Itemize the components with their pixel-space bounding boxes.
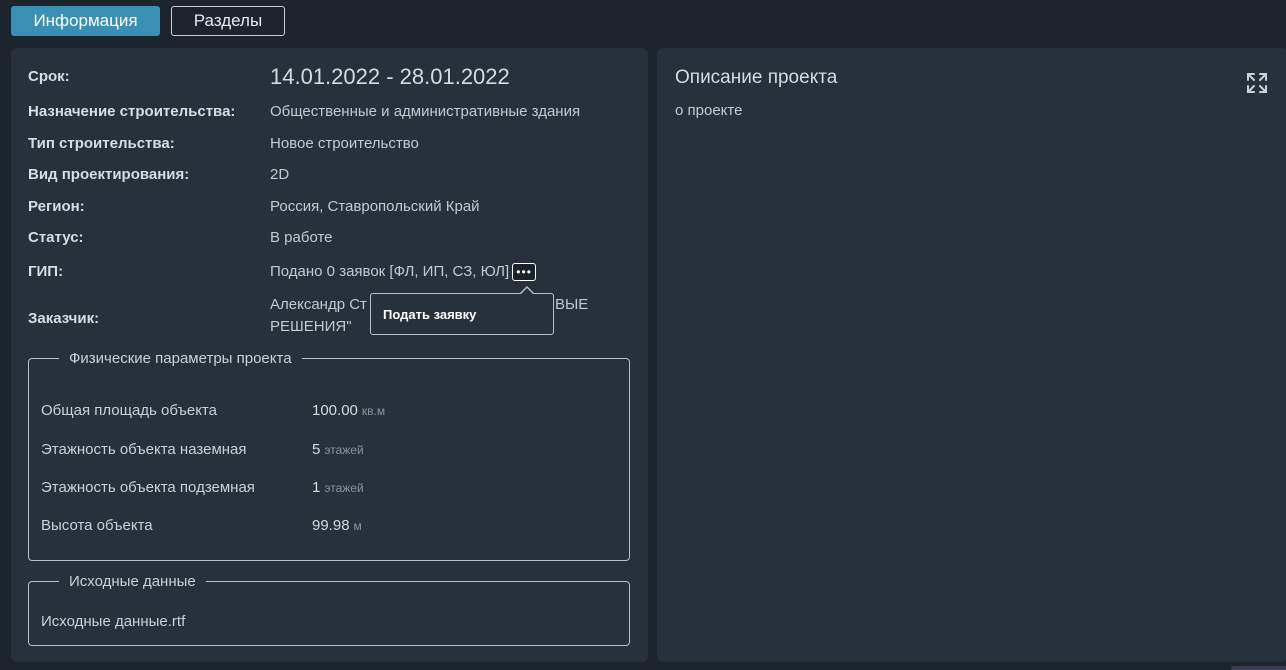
term-label: Срок: — [28, 68, 70, 85]
param-value: 99.98 — [312, 517, 350, 534]
param-unit: этажей — [324, 481, 364, 495]
status-label: Статус: — [28, 229, 84, 246]
param-label: Общая площадь объекта — [41, 402, 217, 419]
design-type-value: 2D — [270, 166, 290, 183]
region-label: Регион: — [28, 198, 85, 215]
description-title: Описание проекта — [675, 67, 838, 88]
more-dots-icon[interactable]: ••• — [512, 263, 537, 282]
description-text: о проекте — [675, 102, 743, 119]
apply-popup: Подать заявку — [370, 286, 554, 335]
param-value: 1 — [312, 479, 321, 496]
gip-label: ГИП: — [28, 263, 64, 280]
design-type-label: Вид проектирования: — [28, 166, 190, 183]
param-value-wrap: 99.98 м — [312, 517, 362, 534]
purpose-label: Назначение строительства: — [28, 103, 236, 120]
customer-label: Заказчик: — [28, 310, 100, 327]
param-unit: м — [353, 519, 362, 533]
popup-arrow-inner — [520, 288, 534, 295]
project-description-panel: Описание проекта о проекте — [657, 48, 1286, 662]
gip-value-wrap: Подано 0 заявок [ФЛ, ИП, СЗ, ЮЛ] ••• — [270, 263, 537, 282]
param-label: Этажность объекта подземная — [41, 479, 255, 496]
param-unit: кв.м — [361, 404, 386, 418]
param-value-wrap: 1 этажей — [312, 479, 364, 496]
physical-params-legend: Физические параметры проекта — [69, 350, 292, 367]
param-value: 100.00 — [312, 402, 358, 419]
gip-value: Подано 0 заявок [ФЛ, ИП, СЗ, ЮЛ] — [270, 263, 510, 280]
tab-information[interactable]: Информация — [11, 6, 160, 36]
scroll-accent — [1231, 666, 1286, 670]
param-value-wrap: 100.00 кв.м — [312, 402, 385, 419]
param-value: 5 — [312, 441, 321, 458]
param-value-wrap: 5 этажей — [312, 441, 364, 458]
project-info-panel: Срок: 14.01.2022 - 28.01.2022 Назначение… — [11, 48, 648, 662]
customer-link-line1-start[interactable]: Александр Ст — [270, 296, 367, 313]
param-unit: этажей — [324, 443, 364, 457]
tab-sections[interactable]: Разделы — [171, 6, 285, 36]
physical-params-box: Физические параметры проекта Общая площа… — [28, 350, 630, 561]
term-value: 14.01.2022 - 28.01.2022 — [270, 64, 510, 89]
construction-type-value: Новое строительство — [270, 135, 419, 152]
customer-link-line2[interactable]: РЕШЕНИЯ" — [270, 318, 352, 335]
construction-type-label: Тип строительства: — [28, 135, 175, 152]
param-label: Высота объекта — [41, 517, 153, 534]
source-data-legend: Исходные данные — [69, 573, 196, 590]
region-value: Россия, Ставропольский Край — [270, 198, 480, 215]
submit-application-item[interactable]: Подать заявку — [383, 307, 476, 322]
source-data-box: Исходные данные Исходные данные.rtf — [28, 573, 630, 646]
param-label: Этажность объекта наземная — [41, 441, 247, 458]
expand-icon[interactable] — [1246, 72, 1268, 94]
source-file-link[interactable]: Исходные данные.rtf — [41, 613, 185, 630]
customer-link-line1-end[interactable]: ВЫЕ — [555, 296, 588, 313]
status-value: В работе — [270, 229, 333, 246]
purpose-value: Общественные и административные здания — [270, 103, 581, 120]
tab-bar: Информация Разделы — [11, 6, 285, 36]
